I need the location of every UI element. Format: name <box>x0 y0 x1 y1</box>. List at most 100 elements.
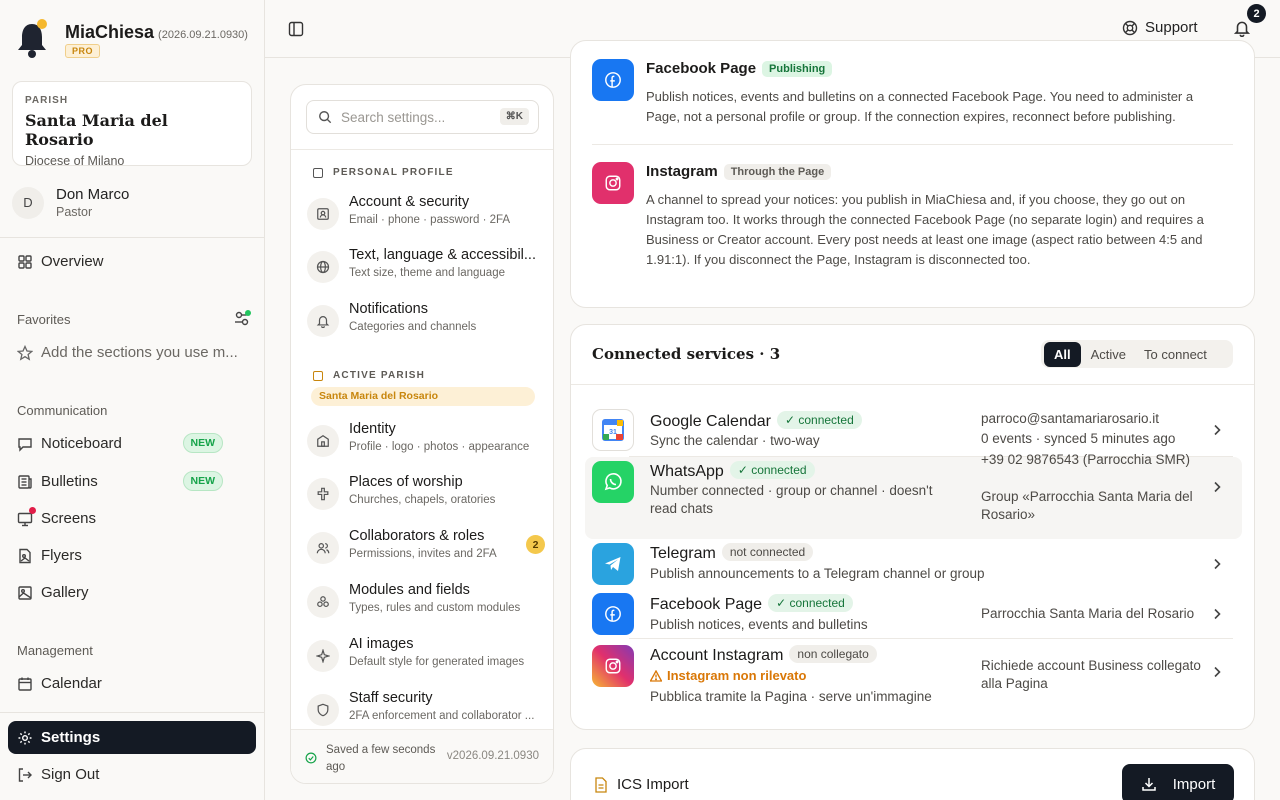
service-row-facebook-page[interactable]: Facebook Page ✓ connected Publish notices… <box>592 593 1233 637</box>
parish-card[interactable]: PARISH Santa Maria del Rosario Diocese o… <box>12 81 252 168</box>
favorites-hint-label: Add the sections you use m... <box>41 344 238 361</box>
globe-icon <box>307 251 339 283</box>
nav-settings[interactable]: Settings <box>8 721 256 754</box>
gear-icon <box>18 731 32 744</box>
filter-to-connect[interactable]: To connect <box>1136 342 1215 367</box>
import-button[interactable]: Import <box>1122 764 1234 800</box>
chat-icon <box>18 437 32 452</box>
channel-description: A channel to spread your notices: you pu… <box>646 192 1204 267</box>
settings-item-account[interactable]: Account & security Email · phone · passw… <box>307 194 547 236</box>
service-row-google-calendar[interactable]: 31 Google Calendar ✓ connected Sync the c… <box>592 409 1233 457</box>
service-name: Telegram <box>650 545 716 562</box>
settings-item-notifications[interactable]: Notifications Categories and channels <box>307 301 547 343</box>
check-circle-icon <box>305 752 317 764</box>
facebook-icon <box>592 59 634 101</box>
settings-item-subtitle: 2FA enforcement and collaborator ... <box>349 710 535 722</box>
service-name: Account Instagram <box>650 647 784 664</box>
service-row-instagram[interactable]: Account Instagram non collegato Instagram… <box>592 644 1233 706</box>
id-card-icon <box>307 198 339 230</box>
nav-noticeboard[interactable]: Noticeboard NEW <box>8 427 256 460</box>
search-input[interactable] <box>341 109 491 125</box>
group-personal-label: PERSONAL PROFILE <box>333 167 454 178</box>
settings-item-title: Places of worship <box>349 474 463 490</box>
support-button[interactable]: Support <box>1122 19 1198 36</box>
nav-overview[interactable]: Overview <box>8 245 256 278</box>
settings-item-staff-security[interactable]: Staff security 2FA enforcement and colla… <box>307 690 547 732</box>
service-status-detail: Group «Parrocchia Santa Maria del Rosari… <box>981 489 1193 522</box>
service-account: parroco@santamariarosario.it <box>981 411 1160 426</box>
nav-bulletins-label: Bulletins <box>41 473 98 490</box>
settings-item-subtitle: Default style for generated images <box>349 656 525 668</box>
bell-icon <box>1233 21 1251 37</box>
nav-calendar[interactable]: Calendar <box>8 667 256 700</box>
star-icon <box>17 344 33 361</box>
settings-item-ai-images[interactable]: AI images Default style for generated im… <box>307 636 547 678</box>
support-label: Support <box>1145 19 1198 36</box>
favorites-label: Favorites <box>17 312 71 327</box>
facebook-icon <box>592 593 634 635</box>
nav-screens[interactable]: Screens <box>8 502 256 535</box>
whatsapp-icon <box>592 461 634 503</box>
filter-all[interactable]: All <box>1044 341 1081 367</box>
chevron-right-icon <box>1214 481 1221 493</box>
settings-item-title: Text, language & accessibil... <box>349 247 536 263</box>
service-row-telegram[interactable]: Telegram not connected Publish announceme… <box>592 543 1233 587</box>
settings-item-title: Identity <box>349 421 396 437</box>
settings-item-subtitle: Email · phone · password · 2FA <box>349 214 511 226</box>
service-row-whatsapp[interactable]: WhatsApp ✓ connected Number connected · g… <box>592 452 1233 539</box>
logout-icon <box>18 767 32 782</box>
new-badge: NEW <box>182 433 223 453</box>
notifications-button[interactable]: 2 <box>1233 4 1266 39</box>
warning-text: Instagram non rilevato <box>667 668 807 683</box>
status-text: connected <box>789 596 845 610</box>
chevron-right-icon <box>1214 424 1221 436</box>
nav-gallery-label: Gallery <box>41 584 89 601</box>
settings-item-text-language[interactable]: Text, language & accessibil... Text size… <box>307 247 547 289</box>
nav-screens-label: Screens <box>41 510 97 527</box>
nav-signout[interactable]: Sign Out <box>8 758 256 791</box>
settings-item-subtitle: Profile · logo · photos · appearance <box>349 441 530 453</box>
images-icon <box>18 585 32 600</box>
ics-import-card: ICS Import Import <box>570 748 1255 800</box>
warning-icon <box>650 670 662 682</box>
divider <box>0 237 264 238</box>
favorites-add-hint[interactable]: Add the sections you use m... <box>8 336 256 369</box>
management-label: Management <box>17 643 93 658</box>
settings-item-places[interactable]: Places of worship Churches, chapels, ora… <box>307 474 547 516</box>
settings-search[interactable]: ⌘K <box>306 100 539 134</box>
building-icon <box>307 425 339 457</box>
channel-name: Instagram <box>646 163 718 180</box>
settings-item-subtitle: Types, rules and custom modules <box>349 602 521 614</box>
nav-gallery[interactable]: Gallery <box>8 576 256 609</box>
settings-item-title: Account & security <box>349 194 470 210</box>
settings-item-identity[interactable]: Identity Profile · logo · photos · appea… <box>307 421 547 463</box>
sidebar-toggle-icon[interactable] <box>288 21 304 37</box>
shield-icon <box>307 694 339 726</box>
bell-logo-icon <box>18 19 47 58</box>
sidebar: MiaChiesa (2026.09.21.0930) PRO PARISH Sa… <box>0 0 265 800</box>
chevron-right-icon <box>1214 558 1221 570</box>
save-status: Saved a few seconds <box>326 744 436 756</box>
settings-item-modules[interactable]: Modules and fields Types, rules and cust… <box>307 582 547 624</box>
favorites-settings-icon[interactable] <box>233 309 253 327</box>
service-subtitle: Sync the calendar · two-way <box>650 433 820 448</box>
instagram-icon <box>592 645 634 687</box>
filter-active[interactable]: Active <box>1083 342 1134 367</box>
status-badge: non collegato <box>789 645 877 663</box>
nav-bulletins[interactable]: Bulletins NEW <box>8 465 256 498</box>
status-badge: ✓ connected <box>768 594 853 612</box>
pro-badge: PRO <box>65 44 101 58</box>
settings-item-collaborators[interactable]: Collaborators & roles Permissions, invit… <box>307 528 547 570</box>
brand[interactable]: MiaChiesa (2026.09.21.0930) PRO <box>16 18 248 60</box>
alert-dot <box>29 507 36 514</box>
user-profile[interactable]: D Don Marco Pastor <box>12 186 129 219</box>
status-text: connected <box>751 463 807 477</box>
channel-name: Facebook Page <box>646 60 757 77</box>
settings-item-title: Modules and fields <box>349 582 470 598</box>
google-calendar-icon: 31 <box>592 409 634 451</box>
version-label: v2026.09.21.0930 <box>446 750 539 762</box>
divider <box>0 712 264 713</box>
id-card-icon <box>313 167 323 178</box>
service-warning: Instagram non rilevato <box>650 667 806 685</box>
nav-flyers[interactable]: Flyers <box>8 539 256 572</box>
